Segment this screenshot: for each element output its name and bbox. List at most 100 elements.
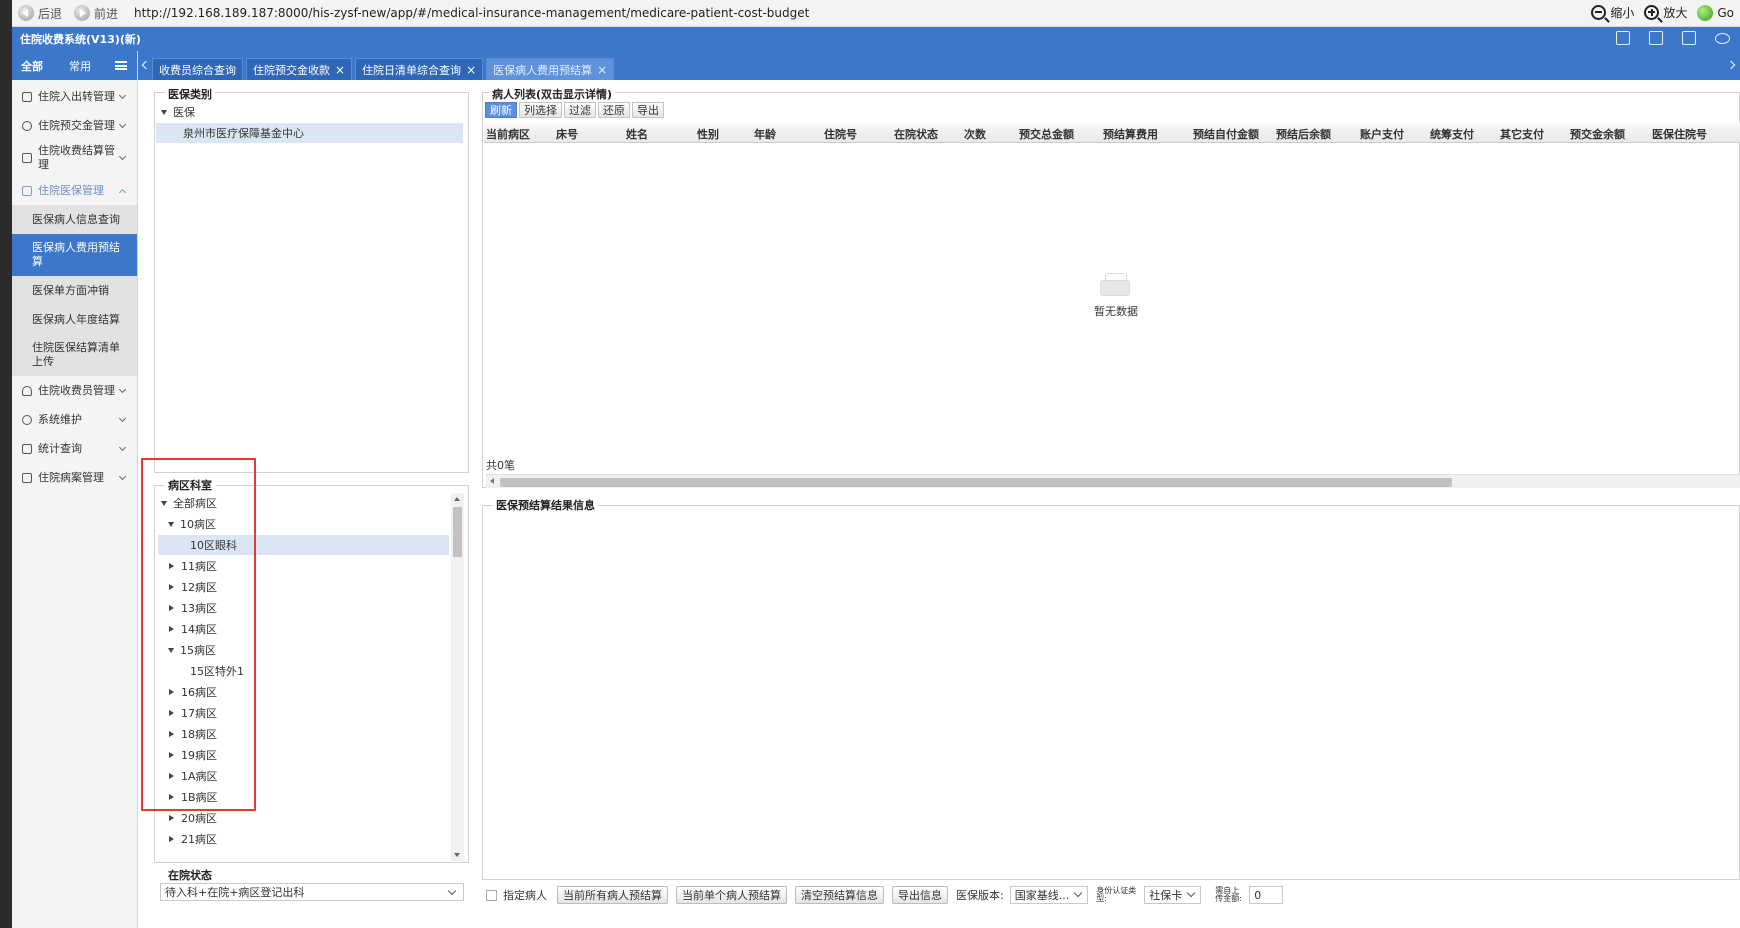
go-button[interactable]: Go: [1697, 4, 1734, 21]
column-header[interactable]: 预交总金额: [1019, 126, 1074, 142]
scroll-thumb[interactable]: [453, 507, 462, 557]
sidebar-item-system[interactable]: 系统维护: [12, 405, 137, 434]
chevron-up-icon: [118, 188, 127, 196]
insurance-category-title: 医保类别: [165, 86, 215, 102]
settings-icon[interactable]: [1649, 31, 1663, 45]
tree-node-ward[interactable]: 20病区: [168, 808, 217, 828]
sidebar-item-admission[interactable]: 住院入出转管理: [12, 82, 137, 111]
ward-tree-scrollbar[interactable]: [451, 493, 464, 861]
screen-icon[interactable]: [1616, 31, 1630, 45]
chevron-down-icon: [118, 385, 127, 393]
column-header[interactable]: 住院号: [824, 126, 857, 142]
column-select-button[interactable]: 列选择: [519, 102, 562, 118]
column-header[interactable]: 当前病区: [486, 126, 530, 142]
sidebar: 全部 常用 住院入出转管理 住院预交金管理 住院收费结算管理 住院医保管理 医保…: [12, 51, 138, 928]
version-select[interactable]: 国家基线...: [1009, 886, 1089, 904]
restore-button[interactable]: 还原: [598, 102, 630, 118]
refresh-button[interactable]: 刷新: [485, 102, 517, 118]
zoom-out-button[interactable]: 缩小: [1591, 4, 1634, 21]
tab-deposit-collection[interactable]: 住院预交金收款 ×: [246, 58, 353, 80]
sidebar-item-records[interactable]: 住院病案管理: [12, 463, 137, 492]
records-icon: [22, 472, 32, 483]
sidebar-subitem-annual[interactable]: 医保病人年度结算: [12, 305, 137, 334]
export-info-button[interactable]: 导出信息: [892, 886, 948, 904]
patient-grid-hscrollbar[interactable]: [486, 474, 1740, 488]
filter-button[interactable]: 过滤: [564, 102, 596, 118]
scroll-up-icon[interactable]: [454, 497, 460, 501]
column-header[interactable]: 床号: [556, 126, 578, 142]
column-header[interactable]: 账户支付: [1360, 126, 1404, 142]
sidebar-subitem-upload[interactable]: 住院医保结算清单上传: [12, 334, 137, 376]
address-bar[interactable]: http://192.168.189.187:8000/his-zysf-new…: [134, 6, 809, 20]
close-icon[interactable]: ×: [335, 63, 345, 77]
sidebar-subitem-cost-budget[interactable]: 医保病人费用预结算: [12, 234, 137, 276]
export-button[interactable]: 导出: [632, 102, 664, 118]
scroll-down-icon[interactable]: [454, 853, 460, 857]
column-header[interactable]: 姓名: [626, 126, 648, 142]
column-header[interactable]: 预交金余额: [1570, 126, 1625, 142]
back-button[interactable]: 后退: [18, 5, 62, 22]
zoom-in-button[interactable]: 放大: [1644, 4, 1687, 21]
sidebar-subitem-info-query[interactable]: 医保病人信息查询: [12, 205, 137, 234]
chevron-down-icon: [118, 414, 127, 422]
close-icon[interactable]: ×: [466, 63, 476, 77]
highlight-box: [141, 458, 256, 811]
tab-cashier-query[interactable]: 收费员综合查询: [152, 58, 243, 80]
patient-grid-header: 当前病区 床号 姓名 性别 年龄 住院号 在院状态 次数 预交总金额 预结算费用…: [484, 123, 1740, 143]
sidebar-tab-all[interactable]: 全部: [12, 58, 52, 74]
empty-state-text: 暂无数据: [1094, 305, 1138, 318]
column-header[interactable]: 次数: [964, 126, 986, 142]
collapsed-icon: [169, 815, 174, 821]
tab-scroll-left-icon[interactable]: [138, 51, 152, 80]
collapsed-icon: [169, 836, 174, 842]
sidebar-item-cashier[interactable]: 住院收费员管理: [12, 376, 137, 405]
id-auth-select[interactable]: 社保卡: [1144, 886, 1202, 904]
patient-list-title: 病人列表(双击显示详情): [489, 86, 616, 102]
sidebar-subitem-reversal[interactable]: 医保单方面冲销: [12, 276, 137, 305]
column-header[interactable]: 统筹支付: [1430, 126, 1474, 142]
tab-daily-list-query[interactable]: 住院日清单综合查询 ×: [355, 58, 484, 80]
column-header[interactable]: 预结算费用: [1103, 126, 1158, 142]
eye-icon[interactable]: [1715, 33, 1730, 44]
sidebar-item-insurance[interactable]: 住院医保管理: [12, 176, 137, 205]
chart-icon: [22, 443, 32, 454]
version-label: 医保版本:: [956, 889, 1004, 902]
forward-button[interactable]: 前进: [74, 5, 118, 22]
deposit-icon: [22, 120, 32, 131]
sidebar-item-statistics[interactable]: 统计查询: [12, 434, 137, 463]
scroll-left-icon[interactable]: [490, 478, 494, 484]
column-header[interactable]: 年龄: [754, 126, 776, 142]
sidebar-tab-common[interactable]: 常用: [60, 58, 100, 74]
status-select[interactable]: 待入科+在院+病区登记出科: [160, 883, 464, 901]
tab-bar: 收费员综合查询 住院预交金收款 × 住院日清单综合查询 × 医保病人费用预结算 …: [138, 51, 1740, 80]
column-header[interactable]: 性别: [697, 126, 719, 142]
insurance-category-panel: [154, 92, 469, 473]
column-header[interactable]: 在院状态: [894, 126, 938, 142]
save-icon[interactable]: [1682, 31, 1696, 45]
budget-single-button[interactable]: 当前单个病人预结算: [676, 886, 787, 904]
sidebar-item-deposit[interactable]: 住院预交金管理: [12, 111, 137, 140]
column-header[interactable]: 预结自付金额: [1193, 126, 1259, 142]
column-header[interactable]: 其它支付: [1500, 126, 1544, 142]
tree-node-insurance[interactable]: 医保: [161, 102, 195, 122]
specify-patient-label: 指定病人: [503, 889, 547, 902]
tab-scroll-right-icon[interactable]: [1726, 51, 1740, 80]
column-header[interactable]: 医保住院号: [1652, 126, 1707, 142]
scroll-thumb[interactable]: [500, 478, 1452, 487]
clear-budget-button[interactable]: 清空预结算信息: [795, 886, 884, 904]
upload-amount-input[interactable]: 0: [1249, 886, 1284, 904]
budget-all-button[interactable]: 当前所有病人预结算: [557, 886, 668, 904]
chevron-down-icon: [118, 91, 127, 99]
tab-cost-budget[interactable]: 医保病人费用预结算 ×: [486, 58, 615, 80]
chevron-down-icon: [118, 152, 127, 161]
tree-node-ward[interactable]: 21病区: [168, 829, 217, 849]
specify-patient-checkbox[interactable]: [486, 889, 497, 901]
footer-bar: 指定病人 当前所有病人预结算 当前单个病人预结算 清空预结算信息 导出信息 医保…: [484, 884, 1740, 906]
column-header[interactable]: 预结后余额: [1276, 126, 1331, 142]
tree-node-quanzhou-fund[interactable]: 泉州市医疗保障基金中心: [156, 123, 463, 143]
insurance-icon: [22, 185, 32, 196]
close-icon[interactable]: ×: [597, 63, 607, 77]
menu-icon[interactable]: [115, 61, 127, 70]
go-icon: [1697, 4, 1714, 21]
sidebar-item-settlement[interactable]: 住院收费结算管理: [12, 140, 137, 176]
